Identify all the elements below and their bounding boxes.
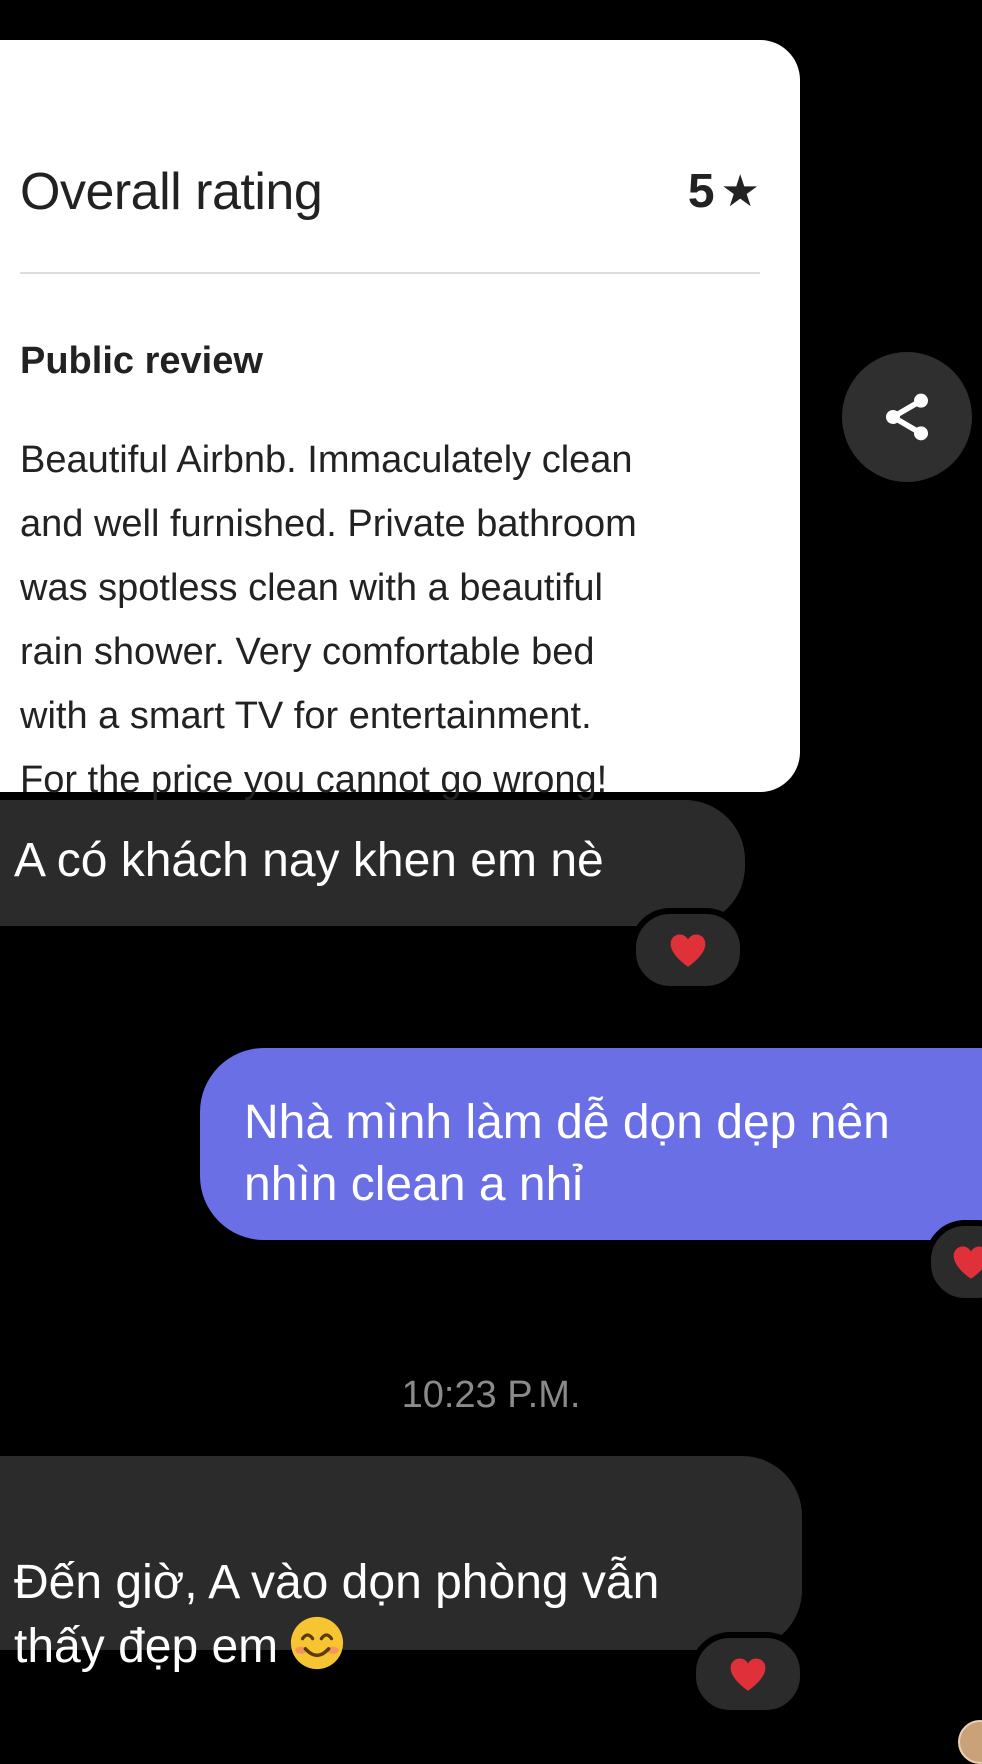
- heart-icon: [670, 934, 706, 967]
- heart-icon: [953, 1246, 982, 1279]
- review-heading: Public review: [20, 340, 263, 382]
- timestamp: 10:23 P.M.: [401, 1374, 581, 1416]
- share-icon: [886, 393, 928, 441]
- rating-value: 5 ★: [688, 164, 760, 219]
- message-text: A có khách nay khen em nè: [14, 834, 604, 887]
- rating-title: Overall rating: [20, 163, 323, 221]
- smiling-face-emoji-icon: [291, 1616, 344, 1670]
- message-text-line-1: Nhà mình làm dễ dọn dẹp nên: [244, 1096, 890, 1149]
- star-icon: ★: [720, 166, 760, 216]
- heart-icon: [730, 1658, 766, 1691]
- rating-number: 5: [687, 165, 715, 218]
- reaction-badge[interactable]: [690, 1632, 806, 1716]
- message-bubble-outgoing[interactable]: Nhà mình làm dễ dọn dẹp nên nhìn clean a…: [200, 1048, 982, 1240]
- message-text-line-2: nhìn clean a nhỉ: [244, 1158, 583, 1211]
- review-text: Beautiful Airbnb. Immaculately clean and…: [20, 439, 637, 801]
- divider: [20, 272, 760, 274]
- shared-review-card[interactable]: Overall rating 5 ★ Public review Beautif…: [0, 40, 800, 801]
- avatar: [958, 1720, 982, 1764]
- message-bubble-incoming[interactable]: A có khách nay khen em nè: [0, 800, 745, 926]
- overall-rating-row: Overall rating 5 ★: [20, 140, 760, 230]
- message-bubble-incoming[interactable]: Đến giờ, A vào dọn phòng vẫn thấy đẹp em: [0, 1456, 802, 1673]
- share-button[interactable]: [842, 352, 972, 482]
- reaction-badge[interactable]: [630, 908, 746, 992]
